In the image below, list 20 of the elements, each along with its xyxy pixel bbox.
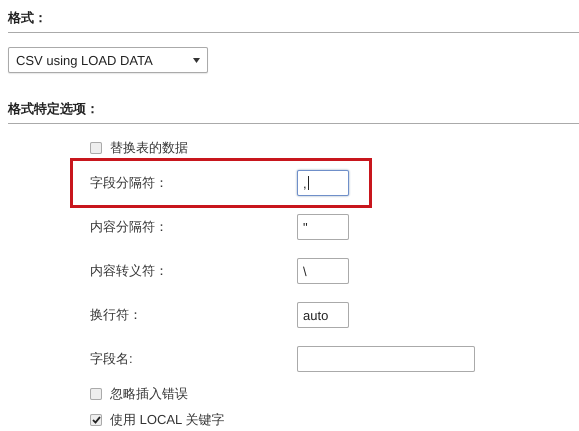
checkbox[interactable] bbox=[90, 414, 102, 426]
field-label: 字段分隔符： bbox=[90, 174, 169, 192]
field-label: 内容转义符： bbox=[90, 262, 169, 280]
input-field[interactable] bbox=[297, 346, 475, 372]
checkbox-label: 忽略插入错误 bbox=[110, 385, 188, 403]
section-heading: 格式特定选项： bbox=[8, 100, 579, 124]
checkbox-label: 替换表的数据 bbox=[110, 139, 188, 157]
input-field[interactable]: \ bbox=[297, 258, 349, 284]
input-field[interactable]: auto bbox=[297, 302, 349, 328]
field-label: 字段名: bbox=[90, 350, 134, 368]
caret-icon bbox=[193, 58, 200, 62]
input-field[interactable]: , bbox=[297, 170, 349, 196]
field-label: 换行符： bbox=[90, 306, 143, 324]
input-field[interactable]: " bbox=[297, 214, 349, 240]
section-heading: 格式： bbox=[8, 9, 579, 33]
field-label: 内容分隔符： bbox=[90, 218, 169, 236]
checkbox[interactable] bbox=[90, 142, 102, 154]
format-dropdown[interactable]: CSV using LOAD DATA bbox=[8, 47, 208, 73]
checkbox-label: 使用 LOCAL 关键字 bbox=[110, 411, 224, 429]
checkbox[interactable] bbox=[90, 388, 102, 400]
